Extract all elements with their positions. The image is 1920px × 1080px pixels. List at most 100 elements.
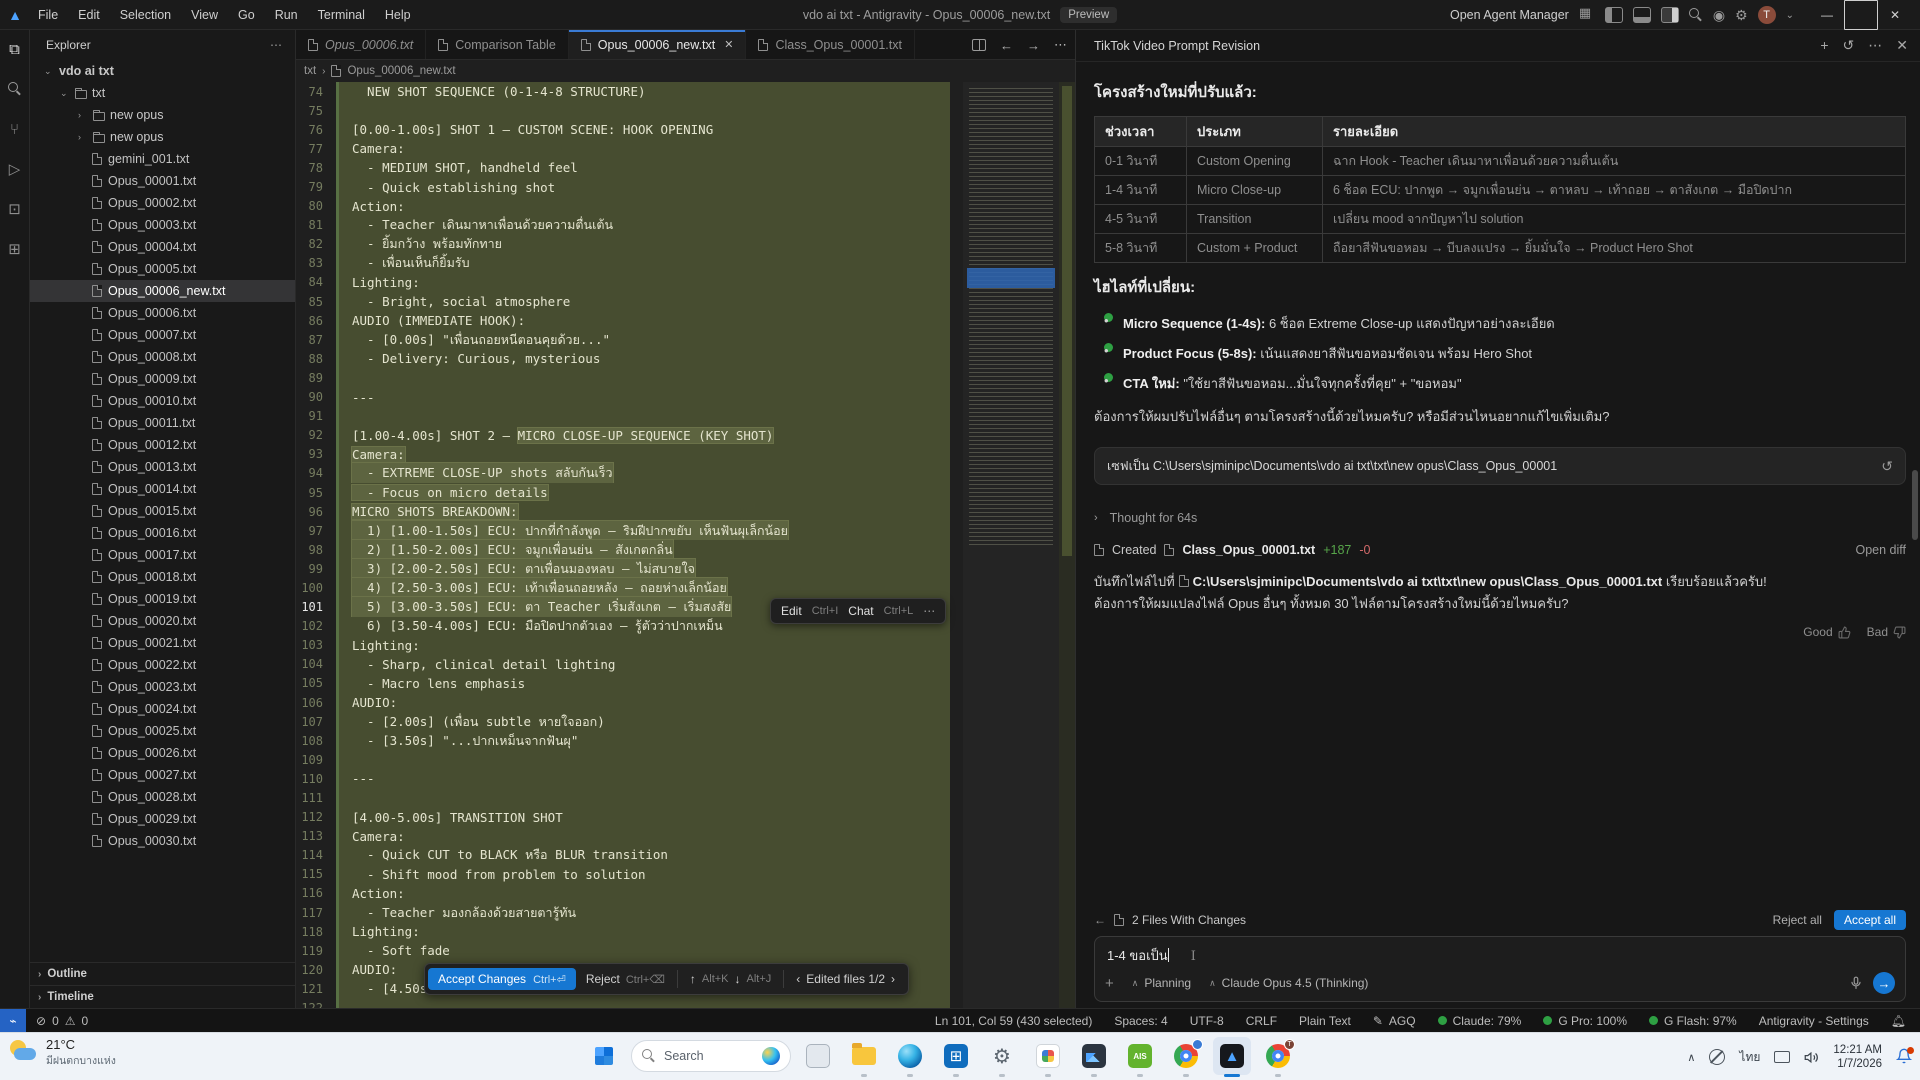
file-item[interactable]: Opus_00016.txt: [30, 522, 295, 544]
eol[interactable]: CRLF: [1246, 1014, 1277, 1028]
panel-close-icon[interactable]: ✕: [1896, 37, 1908, 54]
back-icon[interactable]: ←: [1094, 913, 1106, 927]
reject-button[interactable]: RejectCtrl+⌫: [576, 968, 675, 990]
explorer-more-icon[interactable]: ⋯: [270, 38, 283, 52]
file-item[interactable]: Opus_00014.txt: [30, 478, 295, 500]
attach-button[interactable]: +: [1105, 975, 1114, 992]
file-item[interactable]: Opus_00028.txt: [30, 786, 295, 808]
sidebar-section[interactable]: ›Outline: [30, 962, 295, 985]
close-button[interactable]: ✕: [1878, 0, 1912, 30]
accept-all-button[interactable]: Accept all: [1834, 910, 1906, 930]
thought-row[interactable]: › Thought for 64s: [1094, 511, 1906, 525]
settings-icon[interactable]: ⚙: [983, 1037, 1021, 1075]
menu-item[interactable]: Terminal: [310, 6, 373, 24]
search-icon[interactable]: [1689, 8, 1703, 22]
editor-tab[interactable]: Opus_00006.txt: [296, 30, 426, 59]
file-explorer-icon[interactable]: [845, 1037, 883, 1075]
customize-layout-icon[interactable]: [1579, 7, 1595, 23]
model-quota[interactable]: Claude: 79%: [1438, 1014, 1522, 1028]
rerun-icon[interactable]: ↺: [1881, 458, 1893, 475]
file-item[interactable]: Opus_00007.txt: [30, 324, 295, 346]
source-control-icon[interactable]: ⑂: [4, 118, 26, 140]
minimap[interactable]: [963, 82, 1075, 1008]
good-button[interactable]: Good: [1803, 625, 1850, 639]
sidebar-section[interactable]: ›Timeline: [30, 985, 295, 1008]
ais-app-icon[interactable]: AIS: [1121, 1037, 1159, 1075]
split-editor-icon[interactable]: [972, 39, 986, 51]
tree-folder-txt[interactable]: ⌄txt: [30, 82, 295, 104]
menu-item[interactable]: View: [183, 6, 226, 24]
taskbar-search[interactable]: Search: [631, 1040, 791, 1072]
cursor-position[interactable]: Ln 101, Col 59 (430 selected): [935, 1014, 1092, 1028]
file-item[interactable]: Opus_00022.txt: [30, 654, 295, 676]
notification-bell-icon[interactable]: [1896, 1048, 1912, 1067]
editor-tab[interactable]: Comparison Table: [426, 30, 569, 59]
chrome-profile-icon[interactable]: T: [1259, 1037, 1297, 1075]
encoding[interactable]: UTF-8: [1190, 1014, 1224, 1028]
file-item[interactable]: Opus_00009.txt: [30, 368, 295, 390]
menu-item[interactable]: Run: [267, 6, 306, 24]
chevron-down-icon[interactable]: ⌄: [1786, 10, 1794, 21]
store-icon[interactable]: [937, 1037, 975, 1075]
inline-edit-button[interactable]: Edit: [781, 604, 802, 618]
menu-item[interactable]: File: [30, 6, 66, 24]
edge-icon[interactable]: [891, 1037, 929, 1075]
task-view-icon[interactable]: [799, 1037, 837, 1075]
tree-subfolder[interactable]: ›new opus: [30, 126, 295, 148]
file-item[interactable]: Opus_00026.txt: [30, 742, 295, 764]
file-item[interactable]: Opus_00006_new.txt: [30, 280, 295, 302]
notifications-bell-icon[interactable]: 🔔︎: [1891, 1014, 1906, 1028]
agent-conversation[interactable]: โครงสร้างใหม่ที่ปรับแล้ว: ช่วงเวลา ประเภ…: [1076, 62, 1920, 908]
chat-input[interactable]: 1-4 ขอเป็นI + ∧Planning ∧Claude Opus 4.5…: [1094, 936, 1906, 1002]
history-icon[interactable]: ↺: [1843, 37, 1855, 54]
file-item[interactable]: Opus_00025.txt: [30, 720, 295, 742]
accept-changes-button[interactable]: Accept ChangesCtrl+⏎: [428, 968, 576, 990]
problems-indicator[interactable]: ⊘0 ⚠0: [36, 1014, 88, 1028]
mic-icon[interactable]: [1849, 976, 1863, 990]
file-item[interactable]: Opus_00001.txt: [30, 170, 295, 192]
gear-icon[interactable]: ⚙: [1735, 7, 1748, 24]
panel-scrollbar[interactable]: [1912, 470, 1918, 540]
indentation[interactable]: Spaces: 4: [1114, 1014, 1167, 1028]
model-dropdown[interactable]: ∧Claude Opus 4.5 (Thinking): [1209, 976, 1368, 990]
new-chat-icon[interactable]: +: [1820, 37, 1828, 54]
open-diff-link[interactable]: Open diff: [1855, 543, 1906, 557]
code-editor[interactable]: 74 NEW SHOT SEQUENCE (0-1-4-8 STRUCTURE)…: [296, 82, 963, 1008]
menu-item[interactable]: Help: [377, 6, 419, 24]
file-item[interactable]: Opus_00024.txt: [30, 698, 295, 720]
start-button[interactable]: [585, 1037, 623, 1075]
system-monitor-icon[interactable]: [1075, 1037, 1113, 1075]
run-debug-icon[interactable]: ▷: [4, 158, 26, 180]
agq-indicator[interactable]: ✎AGQ: [1373, 1014, 1416, 1028]
tree-root[interactable]: ⌄vdo ai txt: [30, 60, 295, 82]
file-item[interactable]: Opus_00004.txt: [30, 236, 295, 258]
file-item[interactable]: Opus_00029.txt: [30, 808, 295, 830]
remote-explorer-icon[interactable]: ⊡: [4, 198, 26, 220]
edited-files-nav[interactable]: ‹Edited files 1/2›: [786, 968, 905, 990]
panel-more-icon[interactable]: ⋯: [1868, 37, 1882, 54]
open-agent-manager-button[interactable]: Open Agent Manager: [1450, 8, 1569, 22]
tray-chevron-icon[interactable]: ∧: [1687, 1051, 1695, 1064]
forward-icon[interactable]: →: [1027, 38, 1040, 53]
keyboard-language[interactable]: ไทย: [1739, 1048, 1760, 1067]
file-item[interactable]: Opus_00015.txt: [30, 500, 295, 522]
editor-tab[interactable]: Opus_00006_new.txt ✕: [569, 30, 747, 59]
minimize-button[interactable]: —: [1810, 0, 1844, 30]
do-not-disturb-icon[interactable]: [1709, 1049, 1725, 1065]
file-item[interactable]: Opus_00011.txt: [30, 412, 295, 434]
maximize-button[interactable]: [1844, 0, 1878, 30]
bad-button[interactable]: Bad: [1867, 625, 1906, 639]
file-item[interactable]: Opus_00021.txt: [30, 632, 295, 654]
file-item[interactable]: Opus_00012.txt: [30, 434, 295, 456]
extensions-icon[interactable]: ⊞: [4, 238, 26, 260]
clock[interactable]: 12:21 AM 1/7/2026: [1833, 1043, 1882, 1071]
file-item[interactable]: Opus_00020.txt: [30, 610, 295, 632]
settings-link[interactable]: Antigravity - Settings: [1759, 1014, 1869, 1028]
inline-chat-button[interactable]: Chat: [848, 604, 873, 618]
explorer-icon[interactable]: ⧉: [4, 38, 26, 60]
send-button[interactable]: →: [1873, 972, 1895, 994]
prev-change-button[interactable]: ↑Alt+K ↓Alt+J: [680, 968, 781, 990]
mode-dropdown[interactable]: ∧Planning: [1132, 976, 1191, 990]
remote-indicator[interactable]: ⌁: [0, 1009, 26, 1033]
language-mode[interactable]: Plain Text: [1299, 1014, 1351, 1028]
